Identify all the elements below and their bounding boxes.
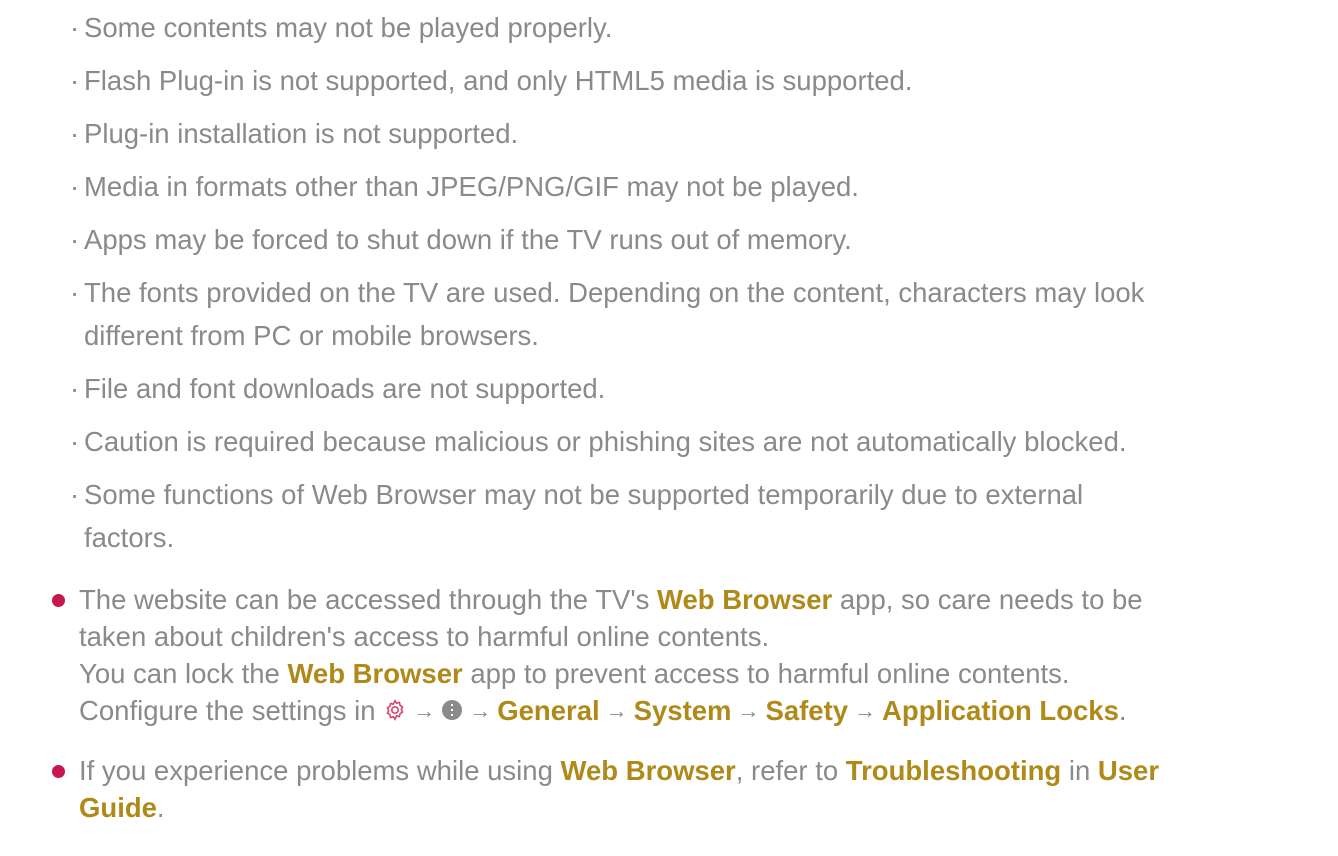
bullet-line: The website can be accessed through the … (79, 582, 1143, 618)
text: , refer to (735, 755, 846, 786)
more-icon (442, 700, 463, 720)
note-text: Apps may be forced to shut down if the T… (84, 224, 852, 255)
user-guide-link: Guide (79, 792, 157, 823)
menu-general: General (497, 695, 600, 726)
note-text: The fonts provided on the TV are used. D… (84, 277, 1145, 308)
note-dot: · (70, 12, 80, 43)
troubleshooting-link: Troubleshooting (845, 755, 1062, 786)
note-text: Some contents may not be played properly… (84, 12, 613, 43)
menu-application-locks: Application Locks (882, 695, 1119, 726)
gear-icon (386, 699, 404, 721)
text: The website can be accessed through the … (79, 584, 657, 615)
bullet-line: taken about children's access to harmful… (79, 619, 769, 655)
bullet-line: Guide. (79, 790, 165, 826)
arrow-icon: → (605, 698, 628, 723)
note-dot: · (70, 224, 80, 255)
arrow-icon: → (413, 698, 436, 723)
bullet-line: You can lock the Web Browser app to prev… (79, 656, 1070, 692)
note-dot: · (70, 426, 80, 457)
text: app to prevent access to harmful online … (462, 658, 1070, 689)
arrow-icon: → (469, 698, 492, 723)
user-guide-link: User (1097, 755, 1160, 786)
text: Configure the settings in (79, 695, 384, 726)
note-text: Plug-in installation is not supported. (84, 118, 519, 149)
note-text: Some functions of Web Browser may not be… (84, 479, 1084, 510)
note-text: Media in formats other than JPEG/PNG/GIF… (84, 171, 859, 202)
note-dot: · (70, 479, 80, 510)
note-dot: · (70, 373, 80, 404)
bullet-dot (52, 765, 65, 778)
note-dot: · (70, 171, 80, 202)
settings-path-line: Configure the settings in → → General → Sys… (79, 693, 1127, 731)
bullet-line: If you experience problems while using W… (79, 753, 1159, 789)
text: in (1061, 755, 1098, 786)
note-dot: · (70, 277, 80, 308)
note-text: factors. (84, 522, 175, 553)
text: . (156, 792, 165, 823)
note-text: File and font downloads are not supporte… (84, 373, 606, 404)
web-browser-link: Web Browser (560, 755, 736, 786)
arrow-icon: → (737, 698, 760, 723)
text: . (1118, 695, 1127, 726)
text: You can lock the (79, 658, 288, 689)
web-browser-link: Web Browser (657, 584, 833, 615)
bullet-dot (52, 594, 65, 607)
text: taken about children's access to harmful… (79, 621, 770, 652)
note-text: different from PC or mobile browsers. (84, 320, 539, 351)
text: If you experience problems while using (79, 755, 561, 786)
menu-system: System (633, 695, 732, 726)
arrow-icon: → (854, 698, 877, 723)
note-text: Caution is required because malicious or… (84, 426, 1127, 457)
note-dot: · (70, 118, 80, 149)
text: app, so care needs to be (832, 584, 1143, 615)
web-browser-link: Web Browser (287, 658, 463, 689)
note-dot: · (70, 65, 80, 96)
note-text: Flash Plug-in is not supported, and only… (84, 65, 913, 96)
menu-safety: Safety (765, 695, 849, 726)
